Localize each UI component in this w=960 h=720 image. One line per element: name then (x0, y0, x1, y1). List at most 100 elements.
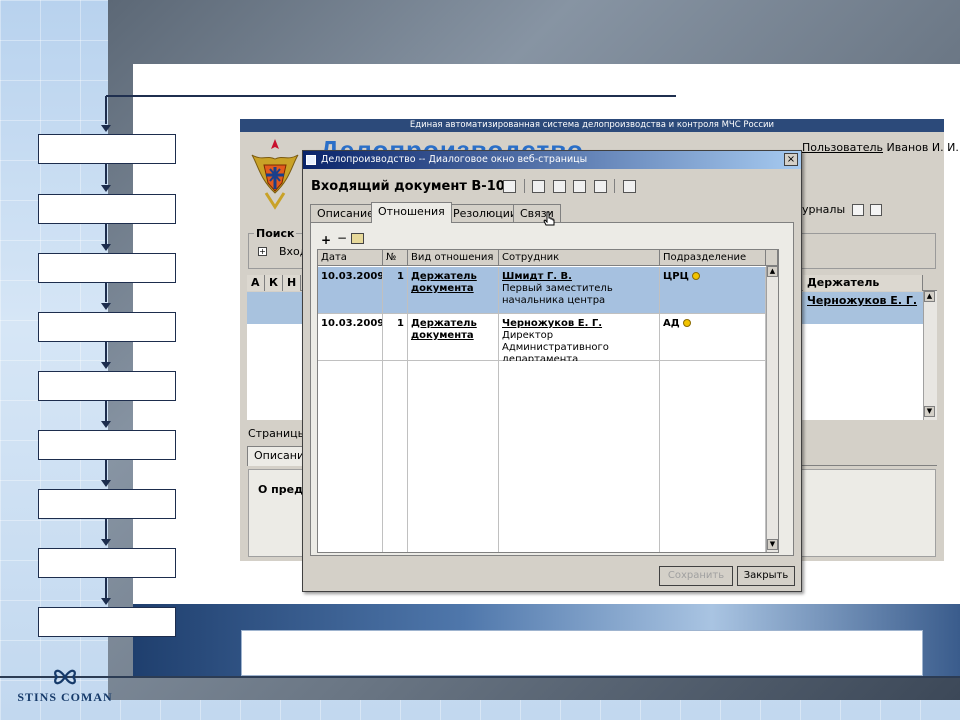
col-employee[interactable]: Сотрудник (499, 250, 660, 266)
logo-mark-icon (54, 669, 76, 685)
cell-relation: Держатель документа (408, 267, 499, 314)
slide-bottom-line (0, 676, 960, 678)
flow-arrow (101, 480, 111, 487)
hand-cursor-icon (543, 211, 555, 226)
user-info: Пользователь Иванов И. И. (802, 141, 959, 154)
grid-col-a[interactable]: А (247, 275, 265, 291)
cell-number: 1 (383, 314, 408, 361)
scroll-up-icon[interactable]: ▲ (924, 291, 935, 302)
empty-column (318, 361, 383, 552)
cell-number: 1 (383, 267, 408, 314)
flow-arrow (101, 244, 111, 251)
report-icon[interactable] (870, 204, 883, 216)
col-filler (766, 250, 778, 266)
col-number[interactable]: № (383, 250, 408, 266)
dialog-title: Делопроизводство -- Диалоговое окно веб-… (321, 154, 588, 165)
employee-link[interactable]: Черножуков Е. Г. (502, 318, 656, 330)
cell-department: ЦРЦ (660, 267, 766, 314)
relation-link[interactable]: Держатель документа (411, 271, 477, 294)
search-label: Поиск (254, 227, 297, 240)
flow-step (38, 607, 176, 637)
doc-icon[interactable] (552, 179, 566, 193)
remove-relation-icon[interactable]: − (337, 231, 347, 245)
flow-connector (105, 342, 107, 362)
flow-step (38, 194, 176, 224)
flow-arrow (101, 185, 111, 192)
close-button[interactable]: Закрыть (737, 566, 795, 586)
tab-description-bottom[interactable]: Описание (247, 446, 311, 466)
flow-connector (105, 578, 107, 598)
grid-col-k[interactable]: К (265, 275, 283, 291)
empty-column (499, 361, 660, 552)
tab-relations[interactable]: Отношения (371, 202, 452, 223)
pages-label: Страницы (248, 427, 307, 440)
flow-arrow (101, 125, 111, 132)
print-icon[interactable] (851, 204, 864, 216)
plus-box-icon[interactable]: + (258, 247, 267, 256)
flow-connector (105, 224, 107, 244)
grid-col-n[interactable]: Н (283, 275, 301, 291)
toolbar-separator (614, 179, 615, 193)
scroll-down-icon[interactable]: ▼ (924, 406, 935, 417)
company-logo: STINS COMAN (10, 664, 120, 714)
dialog-toolbar (503, 179, 640, 193)
cell-employee: Черножуков Е. Г. Директор Административн… (499, 314, 660, 361)
logo-text: STINS COMAN (17, 690, 113, 704)
flow-arrow (101, 539, 111, 546)
scroll-up-icon[interactable]: ▲ (767, 266, 778, 277)
empty-column (660, 361, 766, 552)
flow-step (38, 430, 176, 460)
table-row[interactable]: 10.03.2009 1 Держатель документа Черножу… (318, 314, 766, 361)
flow-arrow (101, 362, 111, 369)
cell-date: 10.03.2009 (318, 314, 383, 361)
flow-connector (105, 96, 107, 124)
table-row[interactable]: 10.03.2009 1 Держатель документа Шмидт Г… (318, 267, 766, 314)
user-name: Иванов И. И. (886, 141, 959, 154)
info-dot-icon[interactable] (682, 319, 691, 327)
close-icon[interactable]: × (784, 153, 798, 166)
slide-caption-box (241, 630, 923, 676)
col-relation-type[interactable]: Вид отношения (408, 250, 499, 266)
document-title: Входящий документ В-100 (311, 179, 514, 194)
journals-menu: урналы (802, 203, 883, 216)
department-name: ЦРЦ (663, 271, 689, 282)
col-date[interactable]: Дата (318, 250, 383, 266)
slide-top-rule (106, 95, 676, 97)
edit-relation-icon[interactable] (351, 233, 364, 244)
scroll-down-icon[interactable]: ▼ (767, 539, 778, 550)
department-name: АД (663, 318, 680, 329)
relation-link[interactable]: Держатель документа (411, 318, 477, 341)
print-icon[interactable] (503, 179, 516, 193)
flow-step (38, 134, 176, 164)
cell-relation: Держатель документа (408, 314, 499, 361)
flow-arrow (101, 303, 111, 310)
mchs-emblem-icon (251, 139, 299, 210)
flow-connector (105, 283, 107, 302)
col-department[interactable]: Подразделение (660, 250, 766, 266)
flow-arrow (101, 421, 111, 428)
table-scrollbar[interactable]: ▲ ▼ (766, 266, 778, 552)
folder-icon[interactable] (532, 179, 545, 193)
refresh-icon[interactable] (622, 179, 636, 193)
flow-connector (105, 460, 107, 480)
copy-icon[interactable] (593, 179, 607, 193)
journals-link[interactable]: урналы (802, 203, 845, 216)
user-link[interactable]: Пользователь (802, 141, 883, 154)
save-button[interactable]: Сохранить (659, 566, 733, 586)
flow-step (38, 253, 176, 283)
cell-department: АД (660, 314, 766, 361)
employee-position: Первый заместитель начальника центра (502, 283, 613, 306)
grid-col-holder[interactable]: Держатель (803, 275, 923, 291)
employee-link[interactable]: Шмидт Г. В. (502, 271, 656, 283)
cell-employee: Шмидт Г. В. Первый заместитель начальник… (499, 267, 660, 314)
grid-scrollbar[interactable]: ▲ ▼ (923, 291, 937, 420)
relations-table: Дата № Вид отношения Сотрудник Подраздел… (317, 249, 779, 553)
toolbar-separator (523, 179, 525, 193)
info-dot-icon[interactable] (691, 272, 700, 280)
scan-icon[interactable] (573, 179, 586, 193)
empty-column (383, 361, 408, 552)
grid-holder-cell[interactable]: Черножуков Е. Г. (807, 294, 917, 307)
cell-date: 10.03.2009 (318, 267, 383, 314)
add-relation-icon[interactable]: + (321, 233, 331, 247)
flow-step (38, 548, 176, 578)
